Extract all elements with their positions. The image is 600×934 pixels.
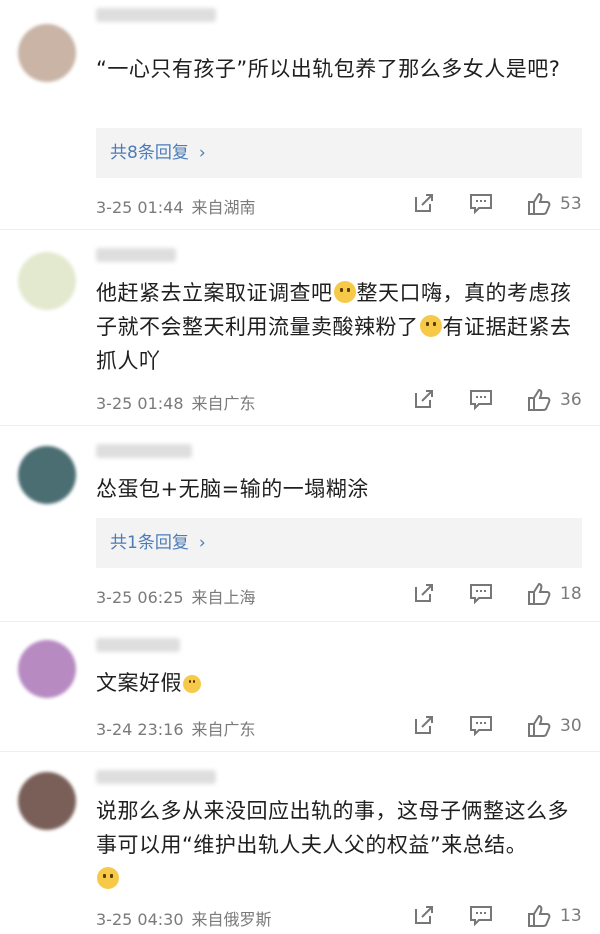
comment-text: 他赶紧去立案取证调查吧 整天口嗨，真的考虑孩子就不会整天利用流量卖酸辣粉了 有证据赶… — [96, 276, 576, 378]
comment-meta: 3-25 06:25 来自上海 — [96, 584, 256, 608]
smile-emoji-icon — [97, 867, 119, 889]
comment-date: 3-25 01:44 — [96, 198, 184, 217]
comment-actions: 13 — [408, 903, 588, 931]
comment-location: 来自广东 — [191, 394, 256, 413]
username-blurred[interactable] — [96, 444, 192, 458]
share-icon[interactable] — [412, 387, 436, 411]
comment-text-part: 文案好假 — [96, 671, 182, 695]
like-count: 18 — [560, 584, 582, 604]
comment-date: 3-25 04:30 — [96, 910, 184, 929]
chevron-right-icon: › — [198, 533, 206, 553]
comment-meta: 3-24 23:16 来自广东 — [96, 716, 256, 740]
comment-text: 说那么多从来没回应出轨的事，这母子俩整这么多事可以用“维护出轨人夫人父的权益”来… — [96, 794, 576, 896]
comment-item: “一心只有孩子”所以出轨包养了那么多女人是吧? 共8条回复 › 3-25 01:4… — [0, 0, 600, 230]
share-icon[interactable] — [412, 903, 436, 927]
comment-date: 3-25 01:48 — [96, 394, 184, 413]
like-count: 30 — [560, 716, 582, 736]
comment-actions: 30 — [408, 713, 588, 741]
username-blurred[interactable] — [96, 770, 216, 784]
comment-text: “一心只有孩子”所以出轨包养了那么多女人是吧? — [96, 57, 561, 81]
comment-item: 说那么多从来没回应出轨的事，这母子俩整这么多事可以用“维护出轨人夫人父的权益”来… — [0, 752, 600, 934]
comment-actions: 53 — [408, 191, 588, 219]
avatar[interactable] — [18, 772, 76, 830]
comment-text: 文案好假 — [96, 666, 576, 700]
avatar[interactable] — [18, 252, 76, 310]
comment-location: 来自上海 — [191, 588, 256, 607]
comment-icon[interactable] — [468, 387, 494, 411]
comment-icon[interactable] — [468, 581, 494, 605]
baby-emoji-icon — [419, 315, 442, 337]
comment-item: 他赶紧去立案取证调查吧 整天口嗨，真的考虑孩子就不会整天利用流量卖酸辣粉了 有证据赶… — [0, 230, 600, 426]
comment-location: 来自俄罗斯 — [191, 910, 272, 929]
comment-item: 文案好假 3-24 23:16 来自广东 30 — [0, 622, 600, 752]
comment-location: 来自湖南 — [191, 198, 256, 217]
comment-meta: 3-25 01:48 来自广东 — [96, 390, 256, 414]
like-icon[interactable] — [526, 581, 552, 607]
username-blurred[interactable] — [96, 8, 216, 22]
share-icon[interactable] — [412, 581, 436, 605]
grin-emoji-icon — [333, 281, 356, 303]
comment-icon[interactable] — [468, 191, 494, 215]
comment-actions: 36 — [408, 387, 588, 415]
like-icon[interactable] — [526, 387, 552, 413]
comment-actions: 18 — [408, 581, 588, 609]
comment-icon[interactable] — [468, 903, 494, 927]
reply-count-button[interactable]: 共8条回复 › — [96, 128, 582, 178]
comment-text: 怂蛋包+无脑=输的一塌糊涂 — [96, 477, 369, 501]
avatar[interactable] — [18, 24, 76, 82]
comment-item: 怂蛋包+无脑=输的一塌糊涂 共1条回复 › 3-25 06:25 来自上海 18 — [0, 426, 600, 622]
comment-location: 来自广东 — [191, 720, 256, 739]
username-blurred[interactable] — [96, 248, 176, 262]
avatar[interactable] — [18, 446, 76, 504]
avatar[interactable] — [18, 640, 76, 698]
reply-count-label: 共1条回复 — [110, 533, 189, 553]
chevron-right-icon: › — [198, 143, 206, 163]
like-count: 13 — [560, 906, 582, 926]
comment-meta: 3-25 04:30 来自俄罗斯 — [96, 906, 272, 930]
reply-count-button[interactable]: 共1条回复 › — [96, 518, 582, 568]
reply-count-label: 共8条回复 — [110, 143, 189, 163]
like-icon[interactable] — [526, 713, 552, 739]
comment-icon[interactable] — [468, 713, 494, 737]
like-count: 53 — [560, 194, 582, 214]
share-icon[interactable] — [412, 713, 436, 737]
doge-emoji-icon — [183, 675, 201, 693]
username-blurred[interactable] — [96, 638, 180, 652]
like-icon[interactable] — [526, 903, 552, 929]
like-count: 36 — [560, 390, 582, 410]
comment-meta: 3-25 01:44 来自湖南 — [96, 194, 256, 218]
comment-date: 3-24 23:16 — [96, 720, 184, 739]
share-icon[interactable] — [412, 191, 436, 215]
comment-text-part: 说那么多从来没回应出轨的事，这母子俩整这么多事可以用“维护出轨人夫人父的权益”来… — [96, 799, 569, 857]
comment-text-part: 他赶紧去立案取证调查吧 — [96, 281, 333, 305]
like-icon[interactable] — [526, 191, 552, 217]
comment-date: 3-25 06:25 — [96, 588, 184, 607]
